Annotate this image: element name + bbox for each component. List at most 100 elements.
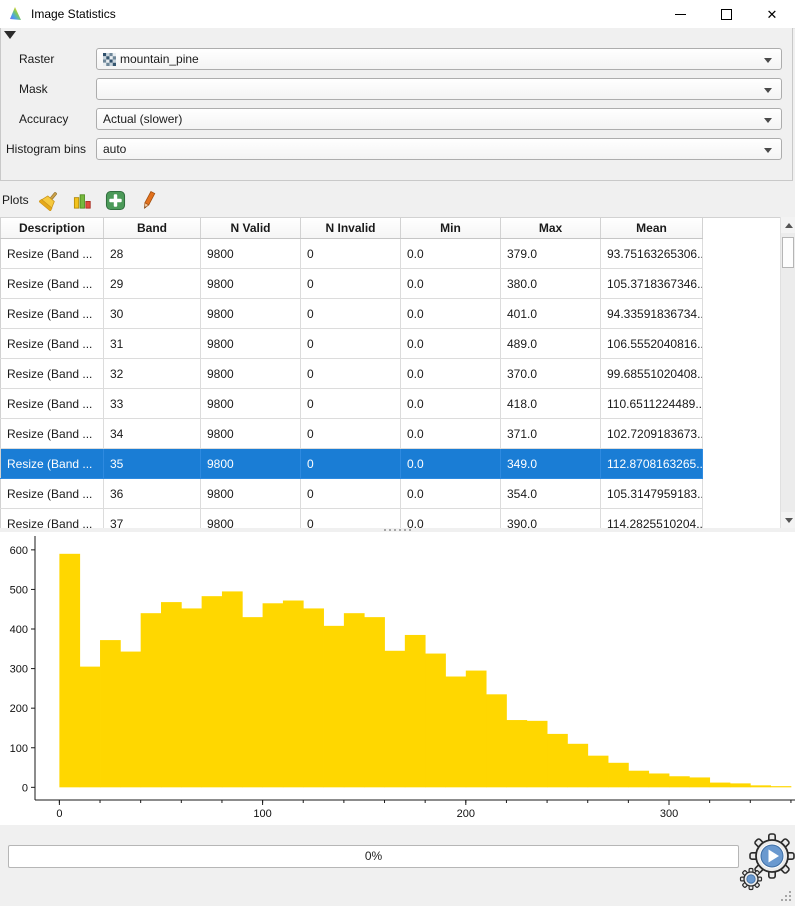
- table-cell: 0: [301, 299, 401, 329]
- table-cell: 34: [104, 419, 201, 449]
- window-title: Image Statistics: [31, 7, 116, 21]
- table-cell: 102.7209183673...: [601, 419, 703, 449]
- table-cell: 94.33591836734...: [601, 299, 703, 329]
- column-header[interactable]: Max: [501, 218, 601, 239]
- clean-plots-icon: [39, 190, 60, 211]
- table-cell: 0.0: [401, 449, 501, 479]
- size-grip[interactable]: [781, 891, 793, 903]
- table-row[interactable]: Resize (Band ...33980000.0418.0110.65112…: [1, 389, 703, 419]
- minimize-icon: [675, 14, 686, 15]
- svg-text:300: 300: [660, 808, 678, 820]
- run-gear-play-icon: [741, 834, 795, 890]
- table-cell: 418.0: [501, 389, 601, 419]
- maximize-icon: [721, 9, 732, 20]
- table-row[interactable]: Resize (Band ...29980000.0380.0105.37183…: [1, 269, 703, 299]
- image-statistics-dialog: Image Statistics ✕ Raster mountain_pine: [0, 0, 795, 906]
- histogram-bins-select[interactable]: auto: [96, 138, 782, 160]
- column-header[interactable]: N Invalid: [301, 218, 401, 239]
- accuracy-select[interactable]: Actual (slower): [96, 108, 782, 130]
- scrollbar-thumb[interactable]: [782, 237, 794, 268]
- table-row[interactable]: Resize (Band ...30980000.0401.094.335918…: [1, 299, 703, 329]
- table-row[interactable]: Resize (Band ...32980000.0370.099.685510…: [1, 359, 703, 389]
- column-header[interactable]: Mean: [601, 218, 703, 239]
- histogram-plot-button[interactable]: [71, 188, 95, 212]
- table-cell: 0: [301, 329, 401, 359]
- table-cell: 0.0: [401, 389, 501, 419]
- close-button[interactable]: ✕: [749, 0, 795, 28]
- table-cell: 28: [104, 239, 201, 269]
- raster-select[interactable]: mountain_pine: [96, 48, 782, 70]
- table-cell: Resize (Band ...: [1, 419, 104, 449]
- table-cell: 0: [301, 509, 401, 529]
- histogram-bins-value: auto: [103, 142, 126, 156]
- run-button[interactable]: [739, 829, 795, 891]
- histogram-plot-icon: [72, 190, 93, 211]
- edit-plot-button[interactable]: [137, 188, 161, 212]
- table-cell: 112.8708163265...: [601, 449, 703, 479]
- accuracy-row: Accuracy Actual (slower): [1, 108, 792, 130]
- table-cell: 0.0: [401, 269, 501, 299]
- chevron-down-icon: [764, 88, 772, 93]
- table-cell: 29: [104, 269, 201, 299]
- table-cell: Resize (Band ...: [1, 239, 104, 269]
- svg-text:400: 400: [10, 624, 28, 636]
- column-header[interactable]: Band: [104, 218, 201, 239]
- table-cell: 390.0: [501, 509, 601, 529]
- table-cell: Resize (Band ...: [1, 299, 104, 329]
- table-row[interactable]: Resize (Band ...34980000.0371.0102.72091…: [1, 419, 703, 449]
- table-cell: 401.0: [501, 299, 601, 329]
- collapse-arrow-icon[interactable]: [4, 31, 16, 39]
- histogram-svg: 01002003004005006000100200300: [0, 532, 795, 825]
- table-row[interactable]: Resize (Band ...31980000.0489.0106.55520…: [1, 329, 703, 359]
- table-cell: 0.0: [401, 479, 501, 509]
- table-cell: 9800: [201, 509, 301, 529]
- table-row[interactable]: Resize (Band ...35980000.0349.0112.87081…: [1, 449, 703, 479]
- add-plot-icon: [105, 190, 126, 211]
- table-cell: 370.0: [501, 359, 601, 389]
- table-cell: 9800: [201, 419, 301, 449]
- scroll-up-button[interactable]: [781, 217, 795, 233]
- column-header[interactable]: Min: [401, 218, 501, 239]
- table-cell: 31: [104, 329, 201, 359]
- chevron-down-icon: [764, 148, 772, 153]
- table-cell: Resize (Band ...: [1, 389, 104, 419]
- table-row[interactable]: Resize (Band ...28980000.0379.093.751632…: [1, 239, 703, 269]
- clean-plots-button[interactable]: [38, 188, 62, 212]
- svg-text:200: 200: [457, 808, 475, 820]
- maximize-button[interactable]: [703, 0, 749, 28]
- table-cell: 105.3718367346...: [601, 269, 703, 299]
- table-cell: 9800: [201, 299, 301, 329]
- table-row[interactable]: Resize (Band ...37980000.0390.0114.28255…: [1, 509, 703, 529]
- scroll-down-button[interactable]: [781, 512, 795, 528]
- add-plot-button[interactable]: [104, 188, 128, 212]
- input-panel: Raster mountain_pine Mask Accuracy: [0, 28, 793, 181]
- footer-bar: 0%: [0, 825, 795, 906]
- table-cell: 114.2825510204...: [601, 509, 703, 529]
- table-row[interactable]: Resize (Band ...36980000.0354.0105.31479…: [1, 479, 703, 509]
- scp-app-icon: [8, 6, 24, 22]
- table-cell: 9800: [201, 449, 301, 479]
- edit-plot-icon: [138, 190, 159, 211]
- table-cell: 0: [301, 239, 401, 269]
- table-cell: 349.0: [501, 449, 601, 479]
- close-icon: ✕: [767, 8, 778, 21]
- band-statistics-table-container: DescriptionBandN ValidN InvalidMinMaxMea…: [0, 217, 780, 528]
- svg-text:0: 0: [22, 782, 28, 794]
- table-cell: Resize (Band ...: [1, 479, 104, 509]
- minimize-button[interactable]: [657, 0, 703, 28]
- column-header[interactable]: Description: [1, 218, 104, 239]
- table-cell: 0: [301, 359, 401, 389]
- triangle-down-icon: [785, 518, 793, 523]
- chevron-down-icon: [764, 58, 772, 63]
- accuracy-value: Actual (slower): [103, 112, 182, 126]
- table-cell: 0.0: [401, 509, 501, 529]
- table-cell: 36: [104, 479, 201, 509]
- svg-text:200: 200: [10, 703, 28, 715]
- title-bar: Image Statistics ✕: [0, 0, 795, 29]
- column-header[interactable]: N Valid: [201, 218, 301, 239]
- mask-select[interactable]: [96, 78, 782, 100]
- stats-table: DescriptionBandN ValidN InvalidMinMaxMea…: [0, 218, 703, 528]
- svg-text:0: 0: [56, 808, 62, 820]
- table-vertical-scrollbar[interactable]: [780, 217, 795, 528]
- table-cell: 33: [104, 389, 201, 419]
